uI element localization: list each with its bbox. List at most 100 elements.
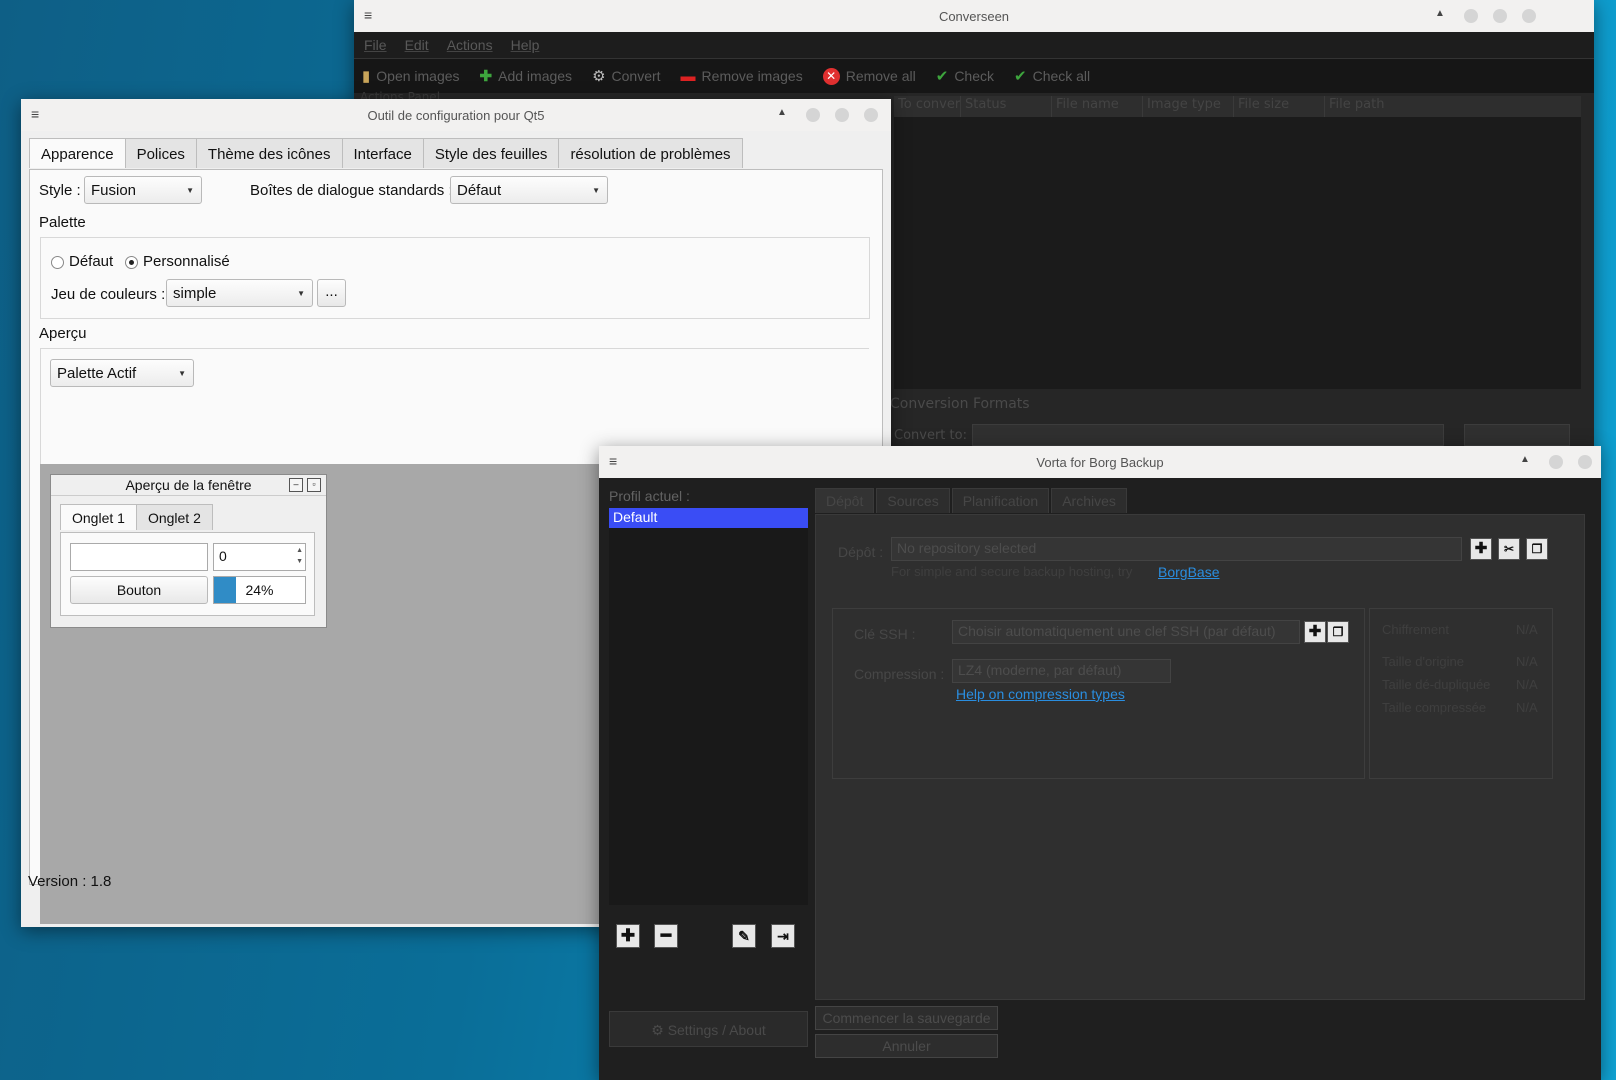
convert-to-combo[interactable] [972,424,1444,446]
tab-polices[interactable]: Polices [124,138,197,168]
compressed-size-value: N/A [1516,700,1538,715]
vorta-window: ≡ Vorta for Borg Backup ▲ Profil actuel … [599,446,1601,1080]
remove-all-button[interactable]: ✕ Remove all [822,67,916,85]
borgbase-link[interactable]: BorgBase [1158,564,1219,580]
tab-icon-theme[interactable]: Thème des icônes [195,138,343,168]
shade-icon[interactable]: ▲ [1435,8,1445,19]
tab-archives[interactable]: Archives [1051,488,1127,513]
repo-combo[interactable]: No repository selected [891,537,1462,561]
compressed-size-label: Taille compressée [1382,700,1487,715]
preview-window: Aperçu de la fenêtre – ▫ Onglet 1 Onglet… [50,474,327,628]
preview-line-edit [70,543,208,571]
preview-spinbox: 0 ▲ ▼ [213,543,306,571]
cancel-button[interactable]: Annuler [815,1034,998,1058]
format-options-button[interactable] [1464,424,1570,446]
preview-tab-1: Onglet 1 [60,504,137,530]
version-label: Version : 1.8 [28,873,112,890]
converseen-titlebar[interactable]: ≡ Converseen ▲ [354,0,1594,32]
edit-scheme-button[interactable]: ... [317,279,346,307]
menu-file[interactable]: File [364,37,387,53]
add-repo-button[interactable]: ✚ [1470,538,1492,560]
copy-ssh-key-button[interactable]: ❐ [1327,621,1349,643]
check-icon: ✔ [935,68,949,85]
repo-settings-group: Clé SSH : Choisir automatiquement une cl… [832,608,1365,779]
shade-icon[interactable]: ▲ [1520,454,1530,465]
column-header[interactable]: File path [1325,96,1483,117]
image-table[interactable] [894,117,1581,389]
hamburger-icon[interactable]: ≡ [31,106,39,122]
close-button[interactable] [1578,455,1592,469]
column-header[interactable]: Image type [1143,96,1234,117]
open-images-button[interactable]: ▮ Open images [362,67,460,85]
import-profile-button[interactable]: ⇥ [771,924,795,948]
window-title: Vorta for Borg Backup [1036,454,1164,470]
standard-dialogs-combo[interactable]: Défaut ▼ [450,176,608,204]
remove-icon: ✕ [822,67,840,85]
hamburger-icon[interactable]: ≡ [364,7,372,23]
ssh-key-label: Clé SSH : [854,626,916,642]
tab-troubleshooting[interactable]: résolution de problèmes [558,138,743,168]
maximize-button[interactable] [1493,9,1507,23]
encryption-label: Chiffrement [1382,622,1449,637]
hamburger-icon[interactable]: ≡ [609,453,617,469]
column-header[interactable]: To convert [894,96,961,117]
menu-help[interactable]: Help [511,37,540,53]
tab-interface[interactable]: Interface [341,138,424,168]
gear-icon: ⚙ [651,1022,668,1038]
repo-stats-group: Chiffrement N/A Taille d'origine N/A Tai… [1369,608,1553,779]
close-button[interactable] [864,108,878,122]
minimize-button[interactable] [806,108,820,122]
column-header[interactable]: Status [961,96,1052,117]
remove-images-button[interactable]: ▬ Remove images [681,68,803,85]
check-button[interactable]: ✔ Check [936,67,994,85]
remove-profile-button[interactable]: ━ [654,924,678,948]
palette-state-combo[interactable]: Palette Actif ▼ [50,359,194,387]
add-profile-button[interactable]: ✚ [616,924,640,948]
chevron-down-icon: ▼ [186,186,194,195]
compression-help-link[interactable]: Help on compression types [956,686,1125,702]
tab-style-sheets[interactable]: Style des feuilles [422,138,560,168]
radio-custom[interactable]: Personnalisé [125,253,230,270]
color-scheme-combo[interactable]: simple ▼ [166,279,313,307]
ssh-key-combo[interactable]: Choisir automatiquement une clef SSH (pa… [952,620,1300,644]
tab-apparence[interactable]: Apparence [29,138,126,168]
column-header[interactable]: File name [1052,96,1143,117]
compression-combo[interactable]: LZ4 (moderne, par défaut) [952,659,1171,683]
edit-profile-button[interactable]: ✎ [732,924,756,948]
tab-schedule[interactable]: Planification [951,488,1050,513]
style-label: Style : [39,182,81,199]
compression-label: Compression : [854,666,945,682]
repo-label: Dépôt : [838,544,884,560]
check-all-button[interactable]: ✔ Check all [1014,67,1090,85]
menu-bar: File Edit Actions Help [354,32,1594,58]
minimize-button[interactable] [1464,9,1478,23]
close-button[interactable] [1522,9,1536,23]
original-size-value: N/A [1516,654,1538,669]
add-images-button[interactable]: ✚ Add images [480,67,573,85]
maximize-button[interactable] [835,108,849,122]
radio-default[interactable]: Défaut [51,253,113,270]
chevron-down-icon: ▼ [592,186,600,195]
encryption-value: N/A [1516,622,1538,637]
profile-item[interactable]: Default [609,508,808,528]
original-size-label: Taille d'origine [1382,654,1464,669]
preview-tabbar: Onglet 1 Onglet 2 [60,504,213,530]
minimize-button[interactable] [1549,455,1563,469]
menu-edit[interactable]: Edit [405,37,429,53]
qt5ct-titlebar[interactable]: ≡ Outil de configuration pour Qt5 ▲ [21,99,891,131]
convert-button[interactable]: ⚙ Convert [592,67,660,85]
tab-sources[interactable]: Sources [876,488,950,513]
minus-icon: ▬ [680,67,696,85]
tab-repository[interactable]: Dépôt [815,488,875,513]
unlink-repo-button[interactable]: ✂ [1498,538,1520,560]
style-combo[interactable]: Fusion ▼ [84,176,202,204]
copy-repo-button[interactable]: ❐ [1526,538,1548,560]
menu-actions[interactable]: Actions [447,37,493,53]
column-header[interactable]: File size [1234,96,1325,117]
toolbar: ▮ Open images ✚ Add images ⚙ Convert ▬ Remov… [354,58,1594,93]
start-backup-button[interactable]: Commencer la sauvegarde [815,1006,998,1030]
settings-button[interactable]: ⚙ Settings / About [609,1011,808,1047]
shade-icon[interactable]: ▲ [777,107,787,118]
add-ssh-key-button[interactable]: ✚ [1304,621,1326,643]
vorta-titlebar[interactable]: ≡ Vorta for Borg Backup ▲ [599,446,1601,478]
